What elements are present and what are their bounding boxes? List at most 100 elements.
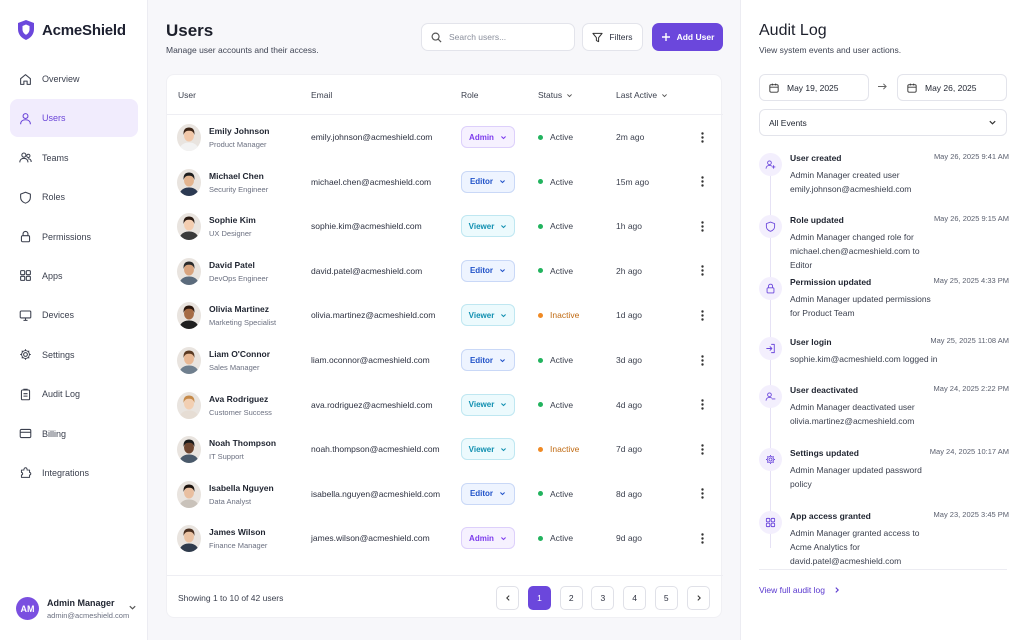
- sidebar-item-audit-log[interactable]: Audit Log: [10, 375, 138, 413]
- page-button[interactable]: 2: [559, 586, 583, 610]
- role-select[interactable]: Editor: [461, 482, 515, 505]
- more-actions-icon[interactable]: [695, 530, 709, 546]
- column-header-user: User: [178, 90, 196, 100]
- avatar: [177, 257, 201, 285]
- sidebar-item-label: Users: [42, 113, 66, 124]
- sort-icon[interactable]: [566, 92, 573, 99]
- role-select[interactable]: Admin: [461, 527, 515, 550]
- more-actions-icon[interactable]: [695, 263, 709, 279]
- role-select[interactable]: Editor: [461, 170, 515, 193]
- table-row[interactable]: Emily Johnson Product Manager emily.johnso…: [167, 115, 723, 160]
- sidebar-item-settings[interactable]: Settings: [10, 336, 138, 374]
- more-actions-icon[interactable]: [695, 307, 709, 323]
- filters-button[interactable]: Filters: [582, 23, 643, 51]
- chevron-down-icon[interactable]: [128, 603, 137, 612]
- chevron-down-icon: [500, 536, 506, 541]
- status-label: Active: [550, 265, 574, 276]
- last-active: 2m ago: [616, 132, 645, 142]
- table-row[interactable]: Michael Chen Security Engineer michael.che…: [167, 160, 723, 205]
- event-description: Admin Manager changed role for michael.c…: [790, 232, 920, 270]
- role-select[interactable]: Viewer: [461, 393, 515, 416]
- chevron-down-icon: [500, 180, 506, 184]
- user-name: Sophie Kim: [209, 215, 256, 226]
- table-row[interactable]: Olivia Martinez Marketing Specialist olivi…: [167, 293, 723, 338]
- table-row[interactable]: Isabella Nguyen Data Analyst isabella.nguy…: [167, 472, 723, 517]
- page-button[interactable]: 1: [528, 586, 551, 610]
- date-from: May 19, 2025: [787, 82, 839, 93]
- more-actions-icon[interactable]: [695, 441, 709, 457]
- date-to-picker[interactable]: May 26, 2025: [897, 74, 1007, 101]
- filters-label: Filters: [609, 32, 633, 42]
- user-title: Data Analyst: [209, 496, 252, 506]
- more-actions-icon[interactable]: [695, 129, 709, 145]
- brand[interactable]: AcmeShield: [18, 20, 126, 40]
- more-actions-icon[interactable]: [695, 397, 709, 413]
- event-title: Settings updated: [790, 448, 859, 458]
- sidebar-item-overview[interactable]: Overview: [10, 60, 138, 98]
- user-name: David Patel: [209, 259, 255, 270]
- home-icon: [20, 73, 31, 85]
- role-value: Admin: [469, 132, 494, 142]
- more-actions-icon[interactable]: [695, 218, 709, 234]
- user-title: UX Designer: [209, 229, 252, 239]
- more-actions-icon[interactable]: [695, 486, 709, 502]
- sidebar-item-teams[interactable]: Teams: [10, 139, 138, 177]
- event-description: Admin Manager updated password policy: [790, 465, 922, 489]
- page-button[interactable]: 3: [591, 586, 615, 610]
- search-box[interactable]: [421, 23, 575, 51]
- status-badge: Active: [538, 132, 573, 142]
- monitor-icon: [19, 310, 32, 321]
- event-icon-badge: [759, 448, 782, 471]
- event-icon-badge: [759, 385, 782, 408]
- sidebar-item-integrations[interactable]: Integrations: [10, 454, 138, 492]
- user-title: DevOps Engineer: [209, 273, 269, 283]
- sort-icon[interactable]: [661, 92, 668, 99]
- more-actions-icon[interactable]: [695, 352, 709, 368]
- sidebar-nav: Overview Users Teams Roles Permissions Apps De…: [10, 60, 138, 493]
- more-actions-icon[interactable]: [695, 174, 709, 190]
- table-row[interactable]: Noah Thompson IT Support noah.thompson@acm…: [167, 427, 723, 472]
- event-type-select[interactable]: All Events: [759, 109, 1007, 136]
- sidebar-item-apps[interactable]: Apps: [10, 257, 138, 295]
- profile-menu[interactable]: AM Admin Manager admin@acmeshield.com: [16, 597, 136, 620]
- role-select[interactable]: Viewer: [461, 215, 515, 238]
- role-select[interactable]: Viewer: [461, 304, 515, 327]
- table-row[interactable]: David Patel DevOps Engineer david.patel@ac…: [167, 249, 723, 294]
- last-active: 1h ago: [616, 221, 642, 232]
- view-full-audit-log-link[interactable]: View full audit log: [759, 585, 841, 595]
- divider: [759, 569, 1007, 570]
- sidebar-item-roles[interactable]: Roles: [10, 178, 138, 216]
- status-dot: [538, 357, 543, 363]
- date-from-picker[interactable]: May 19, 2025: [759, 74, 869, 101]
- role-select[interactable]: Editor: [461, 259, 515, 282]
- table-row[interactable]: Liam O'Connor Sales Manager liam.oconnor@a…: [167, 338, 723, 383]
- page-button[interactable]: 5: [654, 586, 678, 610]
- sidebar-item-permissions[interactable]: Permissions: [10, 218, 138, 256]
- event-title: User created: [790, 153, 842, 163]
- table-row[interactable]: Ava Rodriguez Customer Success ava.rodrigu…: [167, 383, 723, 428]
- search-input[interactable]: [449, 32, 559, 42]
- column-header-status[interactable]: Status: [538, 90, 573, 100]
- event-icon-badge: [759, 337, 782, 360]
- event-icon-badge: [759, 153, 782, 176]
- sidebar-item-label: Overview: [42, 74, 80, 84]
- sidebar-item-devices[interactable]: Devices: [10, 296, 138, 334]
- status-dot: [538, 134, 543, 140]
- column-header-last-active[interactable]: Last Active: [616, 90, 668, 100]
- status-dot: [538, 535, 543, 541]
- role-select[interactable]: Viewer: [461, 438, 515, 461]
- sidebar-item-billing[interactable]: Billing: [10, 415, 138, 453]
- role-select[interactable]: Editor: [461, 349, 515, 371]
- user-name: Emily Johnson: [209, 126, 270, 136]
- event-title: User login: [790, 337, 832, 347]
- page-button[interactable]: 4: [623, 586, 647, 610]
- table-row[interactable]: Sophie Kim UX Designer sophie.kim@acmeshie…: [167, 204, 723, 249]
- sidebar-item-users[interactable]: Users: [10, 99, 138, 138]
- table-row[interactable]: James Wilson Finance Manager james.wilson@…: [167, 516, 723, 561]
- role-select[interactable]: Admin: [461, 126, 515, 148]
- next-page-button[interactable]: [687, 586, 710, 610]
- add-user-button[interactable]: Add User: [652, 23, 723, 51]
- previous-page-button[interactable]: [496, 586, 519, 610]
- sidebar-item-label: Roles: [42, 192, 66, 203]
- sidebar: AcmeShield Overview Users Teams Roles Permis…: [0, 0, 148, 640]
